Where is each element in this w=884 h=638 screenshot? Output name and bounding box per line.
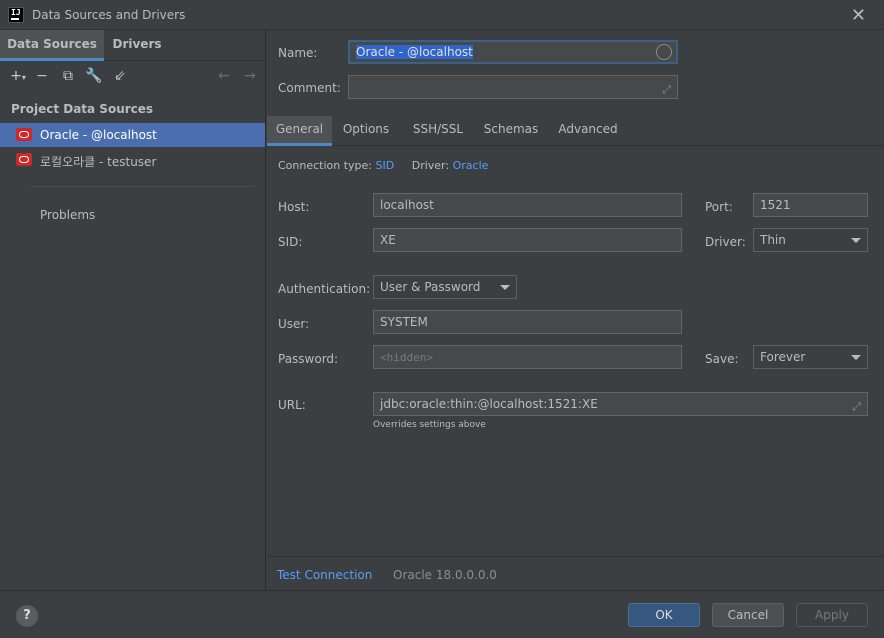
tab-drivers[interactable]: Drivers bbox=[104, 30, 170, 61]
password-input[interactable]: <hidden> bbox=[373, 345, 682, 369]
connection-status-bar: Test Connection Oracle 18.0.0.0.0 bbox=[267, 556, 884, 590]
expand-icon[interactable]: ⤢ bbox=[852, 396, 861, 418]
dialog-footer: ? OK Cancel Apply bbox=[0, 590, 884, 638]
tab-data-sources[interactable]: Data Sources bbox=[0, 30, 104, 61]
window-title: Data Sources and Drivers bbox=[32, 8, 186, 22]
intellij-logo-icon: IJ bbox=[8, 7, 24, 23]
ok-button[interactable]: OK bbox=[628, 603, 700, 627]
user-label: User: bbox=[278, 317, 310, 331]
save-label: Save: bbox=[705, 352, 739, 366]
forward-arrow-icon[interactable]: → bbox=[240, 66, 260, 86]
back-arrow-icon[interactable]: ← bbox=[214, 66, 234, 86]
duplicate-icon[interactable]: ⧉ bbox=[58, 66, 78, 86]
name-field[interactable]: Oracle - @localhost bbox=[348, 40, 678, 64]
authentication-select[interactable]: User & Password bbox=[373, 275, 517, 299]
close-icon[interactable]: ✕ bbox=[851, 5, 866, 26]
connection-type-row: Connection type: SID Driver: Oracle bbox=[278, 159, 488, 172]
settings-tabs: General Options SSH/SSL Schemas Advanced bbox=[267, 116, 884, 146]
driver-type-select[interactable]: Thin bbox=[753, 228, 868, 252]
section-title: Project Data Sources bbox=[11, 102, 154, 116]
authentication-value: User & Password bbox=[380, 280, 481, 294]
port-label: Port: bbox=[705, 200, 733, 214]
datasource-item-label: 로컬오라클 - testuser bbox=[40, 155, 157, 169]
host-label: Host: bbox=[278, 200, 310, 214]
chevron-down-icon bbox=[851, 238, 861, 243]
url-value: jdbc:oracle:thin:@localhost:1521:XE bbox=[380, 397, 598, 411]
remove-icon[interactable]: − bbox=[32, 66, 52, 86]
save-value: Forever bbox=[760, 350, 806, 364]
apply-button[interactable]: Apply bbox=[796, 603, 868, 627]
url-note: Overrides settings above bbox=[373, 420, 486, 430]
port-input[interactable]: 1521 bbox=[753, 193, 868, 217]
problems-item[interactable]: Problems bbox=[40, 208, 95, 222]
cancel-button[interactable]: Cancel bbox=[712, 603, 784, 627]
divider bbox=[30, 186, 255, 187]
driver-type-value: Thin bbox=[760, 233, 786, 247]
wrench-icon[interactable]: 🔧 bbox=[84, 66, 104, 86]
import-icon[interactable]: ⇙ bbox=[110, 66, 130, 86]
tab-ssh-ssl[interactable]: SSH/SSL bbox=[402, 116, 474, 146]
server-version: Oracle 18.0.0.0.0 bbox=[393, 568, 497, 582]
chevron-down-icon bbox=[851, 355, 861, 360]
expand-icon[interactable]: ⤢ bbox=[662, 79, 671, 101]
comment-label: Comment: bbox=[278, 81, 341, 95]
left-panel: Data Sources Drivers +▾ − ⧉ 🔧 ⇙ ← → Proj… bbox=[0, 30, 266, 590]
driver-label: Driver: bbox=[411, 159, 450, 172]
oracle-icon bbox=[16, 153, 32, 166]
status-circle-icon[interactable] bbox=[656, 44, 672, 60]
datasource-toolbar: +▾ − ⧉ 🔧 ⇙ ← → bbox=[0, 62, 266, 90]
url-input[interactable]: jdbc:oracle:thin:@localhost:1521:XE ⤢ bbox=[373, 392, 868, 416]
sid-label: SID: bbox=[278, 235, 303, 249]
test-connection-link[interactable]: Test Connection bbox=[277, 568, 372, 582]
help-button[interactable]: ? bbox=[16, 605, 38, 627]
name-value: Oracle - @localhost bbox=[356, 45, 473, 59]
tab-options[interactable]: Options bbox=[334, 116, 398, 146]
sid-input[interactable]: XE bbox=[373, 228, 682, 252]
add-icon[interactable]: +▾ bbox=[8, 66, 28, 86]
authentication-label: Authentication: bbox=[278, 282, 371, 296]
driver-type-label: Driver: bbox=[705, 235, 746, 249]
tab-advanced[interactable]: Advanced bbox=[551, 116, 625, 146]
datasource-item-testuser[interactable]: 로컬오라클 - testuser bbox=[0, 148, 265, 172]
password-placeholder: <hidden> bbox=[380, 351, 433, 364]
tab-general[interactable]: General bbox=[267, 116, 332, 146]
oracle-icon bbox=[16, 128, 32, 141]
url-label: URL: bbox=[278, 398, 306, 412]
connection-type-label: Connection type: bbox=[278, 159, 373, 172]
left-tabs: Data Sources Drivers bbox=[0, 30, 266, 61]
datasource-item-oracle-localhost[interactable]: Oracle - @localhost bbox=[0, 123, 265, 147]
user-input[interactable]: SYSTEM bbox=[373, 310, 682, 334]
save-select[interactable]: Forever bbox=[753, 345, 868, 369]
datasource-item-label: Oracle - @localhost bbox=[40, 128, 157, 142]
right-panel: Name: Oracle - @localhost Comment: ⤢ Gen… bbox=[267, 30, 884, 590]
tab-schemas[interactable]: Schemas bbox=[478, 116, 544, 146]
comment-field[interactable]: ⤢ bbox=[348, 75, 678, 99]
connection-type-link[interactable]: SID bbox=[376, 159, 395, 172]
title-bar: IJ Data Sources and Drivers ✕ bbox=[0, 0, 884, 30]
name-label: Name: bbox=[278, 46, 318, 60]
host-input[interactable]: localhost bbox=[373, 193, 682, 217]
driver-link[interactable]: Oracle bbox=[453, 159, 489, 172]
chevron-down-icon bbox=[500, 285, 510, 290]
password-label: Password: bbox=[278, 352, 339, 366]
